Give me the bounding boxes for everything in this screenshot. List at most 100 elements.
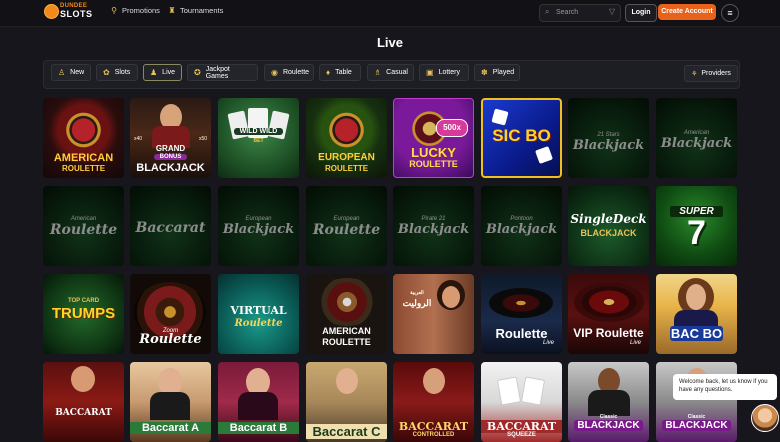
pin-icon: ⚲ [111,6,117,15]
card-icon [496,376,522,406]
game-tile[interactable]: BACCARAT CONTROLLED [393,362,474,442]
game-tile[interactable]: American Blackjack [656,98,737,178]
prize-label: x50 [198,136,207,142]
game-tile[interactable]: Roulette Live [481,274,562,354]
game-subtitle: العربية [410,290,424,296]
roulette-wheel-icon [574,282,644,322]
tab-played[interactable]: ✽ Played [474,64,520,81]
chat-message: Welcome back, let us know if you have an… [679,379,768,393]
game-title: Blackjack [572,138,645,153]
nav-tournaments[interactable]: ♜ Tournaments [168,6,223,15]
game-tile[interactable]: TOP CARD TRUMPS [43,274,124,354]
game-tile[interactable]: x40 x50 GRAND BONUS BLACKJACK [130,98,211,178]
game-tile[interactable]: WILD WILD BET [218,98,299,178]
dealer-face-icon [442,286,460,308]
game-bonus-badge: BONUS [154,154,187,160]
game-tile[interactable]: Baccarat B [218,362,299,442]
roulette-wheel-icon [489,288,553,318]
game-tile[interactable]: VIP Roulette Live [568,274,649,354]
game-title: الرولیت [402,298,432,308]
card-icon [520,376,546,406]
played-icon: ✽ [481,68,488,77]
game-tile[interactable]: SingleDeck BLACKJACK [568,186,649,266]
tab-live-label: Live [162,69,176,76]
prize-label: x40 [134,136,143,142]
dealer-face-icon [423,368,445,394]
logo-badge-icon [44,4,59,19]
game-title: EUROPEAN [318,152,375,163]
game-tile[interactable]: Baccarat A [130,362,211,442]
support-avatar-icon[interactable] [751,404,779,432]
game-tile[interactable]: العربية الرولیت [393,274,474,354]
providers-label: Providers [701,70,731,77]
tab-live[interactable]: ♟ Live [143,64,182,81]
game-title: Baccarat [135,220,206,236]
chat-popup[interactable]: Welcome back, let us know if you have an… [673,374,777,400]
game-tile[interactable]: BAC BO [656,274,737,354]
game-tile[interactable]: Zoom Roulette [130,274,211,354]
search-icon: ⌕ [545,7,550,16]
table-icon: ♦ [326,68,331,77]
providers-icon: ⚘ [691,70,698,78]
game-tile[interactable]: AMERICAN ROULETTE [43,98,124,178]
tab-lottery[interactable]: ▣ Lottery [419,64,469,81]
game-subtitle: TOP CARD [67,298,100,304]
multiplier-badge: 500x [436,119,468,137]
game-subtitle: ROULETTE [322,337,371,347]
tab-roulette[interactable]: ◉ Roulette [264,64,314,81]
game-tile[interactable]: SIC BO [481,98,562,178]
game-title: LUCKY [411,145,456,160]
new-icon: ♙ [58,68,66,77]
create-account-button[interactable]: Create Account [658,4,716,20]
providers-button[interactable]: ⚘ Providers [684,65,738,82]
game-title: Roulette [495,326,548,341]
filter-icon[interactable]: ▽ [609,7,615,16]
game-tile[interactable]: 500x LUCKY ROULETTE [393,98,474,178]
dealer-face-icon [71,366,95,392]
game-tile[interactable]: SUPER 7 [656,186,737,266]
game-tile[interactable]: VIRTUAL Roulette [218,274,299,354]
game-subtitle: ROULETTE [409,159,458,169]
game-tile[interactable]: 21 Stars Blackjack [568,98,649,178]
game-title: Roulette [139,332,202,347]
game-tile[interactable]: BACCARAT [43,362,124,442]
game-title: BAC BO [670,326,723,341]
game-subtitle: Live [629,340,641,346]
brand-line2: SLOTS [60,9,93,19]
tab-slots[interactable]: ✿ Slots [96,64,138,81]
game-subtitle: Roulette [234,318,283,329]
tab-played-label: Played [492,69,515,76]
game-title: Blackjack [397,222,470,237]
game-tile[interactable]: American Roulette [43,186,124,266]
game-tile[interactable]: European Blackjack [218,186,299,266]
game-tile[interactable]: EUROPEAN ROULETTE [306,98,387,178]
game-subtitle: BET [253,138,264,144]
login-button[interactable]: Login [625,4,657,22]
nav-promotions[interactable]: ⚲ Promotions [110,6,160,15]
game-title: Baccarat C [306,424,387,439]
game-tile[interactable]: Pontoon Blackjack [481,186,562,266]
game-subtitle: SQUEEZE [507,432,536,438]
brand-logo[interactable]: DUNDEE SLOTS [44,3,92,23]
game-tile[interactable]: Baccarat [130,186,211,266]
game-title: VIRTUAL [230,304,287,317]
game-title: TRUMPS [51,305,116,322]
tab-casual[interactable]: ♗ Casual [367,64,414,81]
game-tile[interactable]: Baccarat C [306,362,387,442]
game-tile[interactable]: AMERICAN ROULETTE [306,274,387,354]
search-input[interactable]: ⌕ Search ▽ [539,4,621,22]
tab-table[interactable]: ♦ Table [319,64,361,81]
game-title: AMERICAN [322,326,371,336]
game-tile[interactable]: European Roulette [306,186,387,266]
hamburger-icon[interactable]: ≡ [721,4,739,22]
game-tile[interactable]: BACCARAT SQUEEZE [481,362,562,442]
game-tile[interactable]: Classic BLACKJACK [568,362,649,442]
tab-lottery-label: Lottery [438,69,460,76]
game-tile[interactable]: Pirate 21 Blackjack [393,186,474,266]
game-subtitle: Live [542,340,554,346]
tab-jackpot-games[interactable]: ✪ Jackpot Games [187,64,258,81]
tab-new[interactable]: ♙ New [51,64,91,81]
page-title: Live [376,35,403,50]
game-subtitle: ROULETTE [61,164,106,173]
roulette-wheel-icon [314,278,380,326]
